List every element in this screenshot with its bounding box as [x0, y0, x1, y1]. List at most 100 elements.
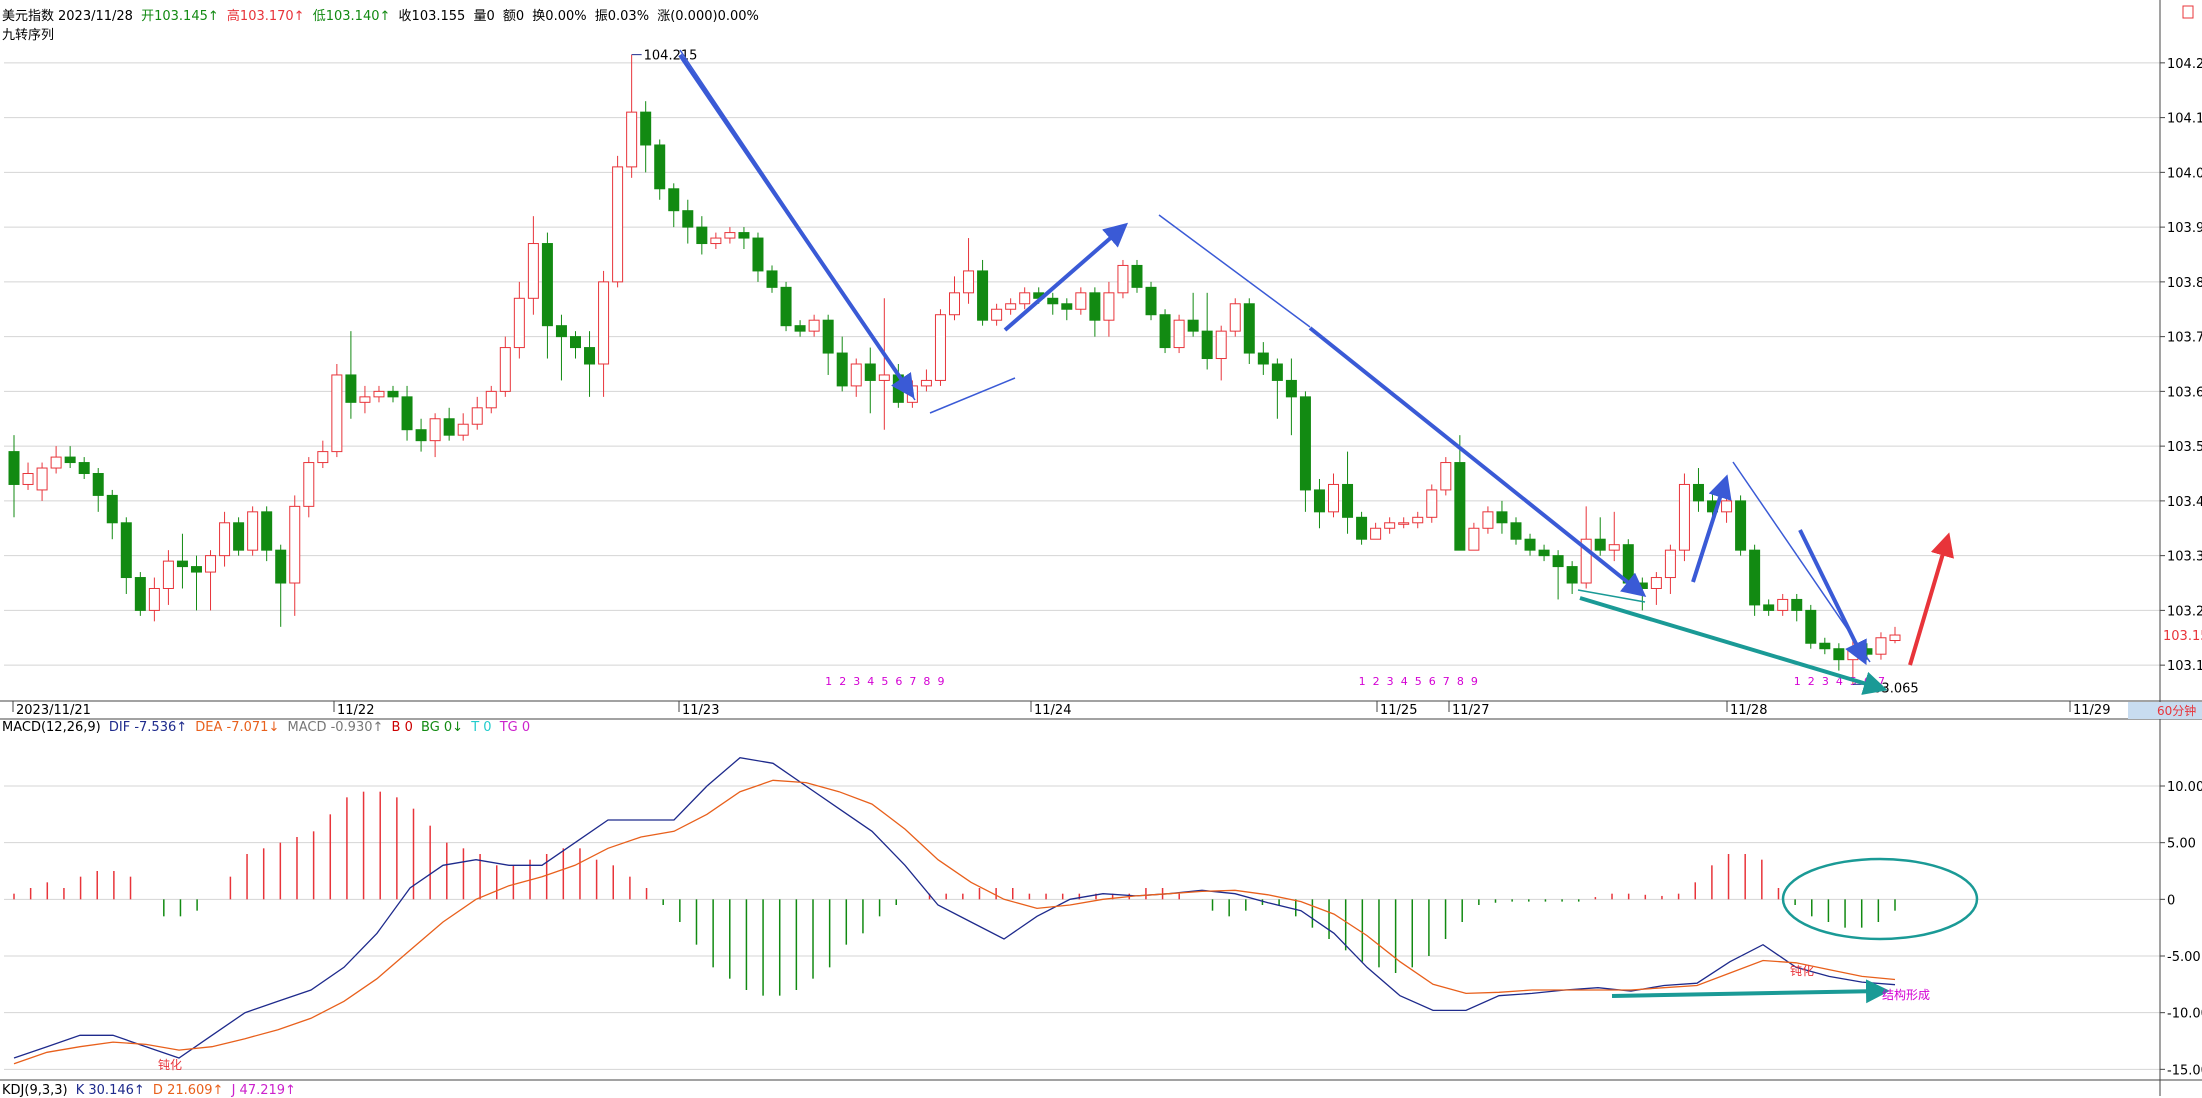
candle-down: [1749, 549, 1761, 606]
candle-up: [1398, 522, 1410, 525]
candle-down: [1159, 314, 1171, 349]
time-tick-label: 11/29: [2073, 703, 2110, 718]
candle-up: [289, 505, 301, 584]
candle-down: [752, 237, 764, 272]
candle-up: [1608, 544, 1620, 551]
nine-seq-number: 7: [1443, 675, 1450, 688]
nine-seq-number: 2: [1373, 675, 1380, 688]
candle-up: [1426, 489, 1438, 518]
candle-up: [1482, 511, 1494, 529]
candle-up: [1721, 500, 1733, 513]
high-marker-label: 104.215: [644, 49, 698, 64]
candle-up: [359, 396, 371, 403]
nine-seq-number: 6: [895, 675, 902, 688]
candle-down: [1285, 379, 1297, 398]
candle-down: [1145, 286, 1157, 316]
candle-up: [36, 467, 48, 491]
candle-down: [1271, 363, 1283, 381]
nine-seq-number: 5: [881, 675, 888, 688]
candle-down: [92, 473, 104, 496]
nine-seq-number: 2: [1808, 675, 1815, 688]
macd-lines: [13, 757, 1896, 1065]
candle-up: [1875, 637, 1887, 655]
price-tick-label: 103.10: [2167, 659, 2202, 674]
candle-up: [1215, 330, 1227, 360]
candle-up: [612, 166, 624, 283]
candle-up: [1847, 648, 1859, 661]
blunt-label-1: 钝化: [158, 1058, 182, 1072]
time-tick-label: 11/28: [1730, 703, 1767, 718]
candle-up: [1650, 577, 1662, 589]
macd-tick-label: 10.00: [2167, 780, 2202, 795]
candle-down: [1692, 483, 1704, 502]
candle-down: [1819, 642, 1831, 650]
structure-label: 结构形成: [1882, 987, 1930, 1002]
candle-down: [415, 429, 427, 442]
candle-up: [50, 456, 62, 469]
candle-down: [654, 144, 666, 190]
candle-down: [1201, 330, 1213, 360]
price-tick-label: 103.90: [2167, 221, 2202, 236]
candle-up: [1173, 319, 1185, 349]
candle-up: [1005, 303, 1017, 310]
candlestick-series: [8, 54, 1901, 685]
nine-seq-number: 3: [1822, 675, 1829, 688]
arrow-up-red: [1908, 532, 1954, 666]
candle-up: [331, 374, 343, 453]
candle-up: [1678, 483, 1690, 551]
candle-down: [134, 577, 146, 611]
candle-down: [1356, 516, 1368, 540]
nine-seq-number: 5: [1415, 675, 1422, 688]
candle-up: [148, 587, 160, 611]
candle-down: [261, 511, 273, 551]
nine-seq-number: 2: [839, 675, 846, 688]
arrow-down-1: [678, 53, 915, 399]
candle-up: [22, 473, 34, 485]
candle-down: [1454, 462, 1466, 551]
nine-seq-number: 3: [853, 675, 860, 688]
candle-down: [1187, 319, 1199, 332]
candle-down: [275, 549, 287, 584]
candle-down: [1342, 483, 1354, 518]
macd-divergence-arrow: [1611, 979, 1890, 1004]
uptrend-line: [929, 377, 1016, 414]
low-marker-label: 103.065: [1865, 681, 1919, 696]
candle-down: [1636, 582, 1648, 589]
candle-up: [920, 379, 932, 387]
candle-up: [1075, 292, 1087, 310]
nine-seq-number: 1: [1359, 675, 1366, 688]
candle-down: [387, 390, 399, 398]
candle-up: [1117, 264, 1129, 294]
candle-down: [8, 451, 20, 485]
nine-seq-number: 7: [909, 675, 916, 688]
corner-marker: [2182, 5, 2194, 19]
candle-down: [401, 396, 413, 431]
candle-down: [1299, 396, 1311, 491]
candle-up: [219, 522, 231, 557]
time-tick-label: 11/22: [337, 703, 374, 718]
candle-down: [977, 270, 989, 321]
candle-up: [205, 555, 217, 573]
candle-up: [1370, 527, 1382, 540]
chart-canvas[interactable]: 104.20 104.10 104.00 103.90 103.80 103.70 103.…: [0, 0, 2202, 1096]
candle-down: [1538, 549, 1550, 557]
time-tick-label: 2023/11/21: [16, 703, 91, 718]
candle-up: [1384, 522, 1396, 529]
candle-down: [1257, 352, 1269, 365]
candle-up: [949, 292, 960, 316]
candle-down: [1047, 297, 1059, 305]
candle-down: [864, 363, 876, 381]
time-tick-label: 11/27: [1452, 703, 1489, 718]
grid-lines: [4, 62, 2160, 1070]
price-tick-label: 103.50: [2167, 440, 2202, 455]
candle-up: [963, 270, 975, 294]
candle-down: [1594, 538, 1606, 551]
candle-up: [1664, 549, 1676, 579]
price-tick-label: 103.30: [2167, 550, 2202, 565]
candle-up: [485, 390, 497, 409]
candle-down: [541, 243, 553, 327]
price-tick-label: 103.80: [2167, 276, 2202, 291]
price-tick-label: 104.20: [2167, 57, 2202, 72]
candle-down: [794, 325, 806, 332]
nine-seq-number: 8: [923, 675, 930, 688]
